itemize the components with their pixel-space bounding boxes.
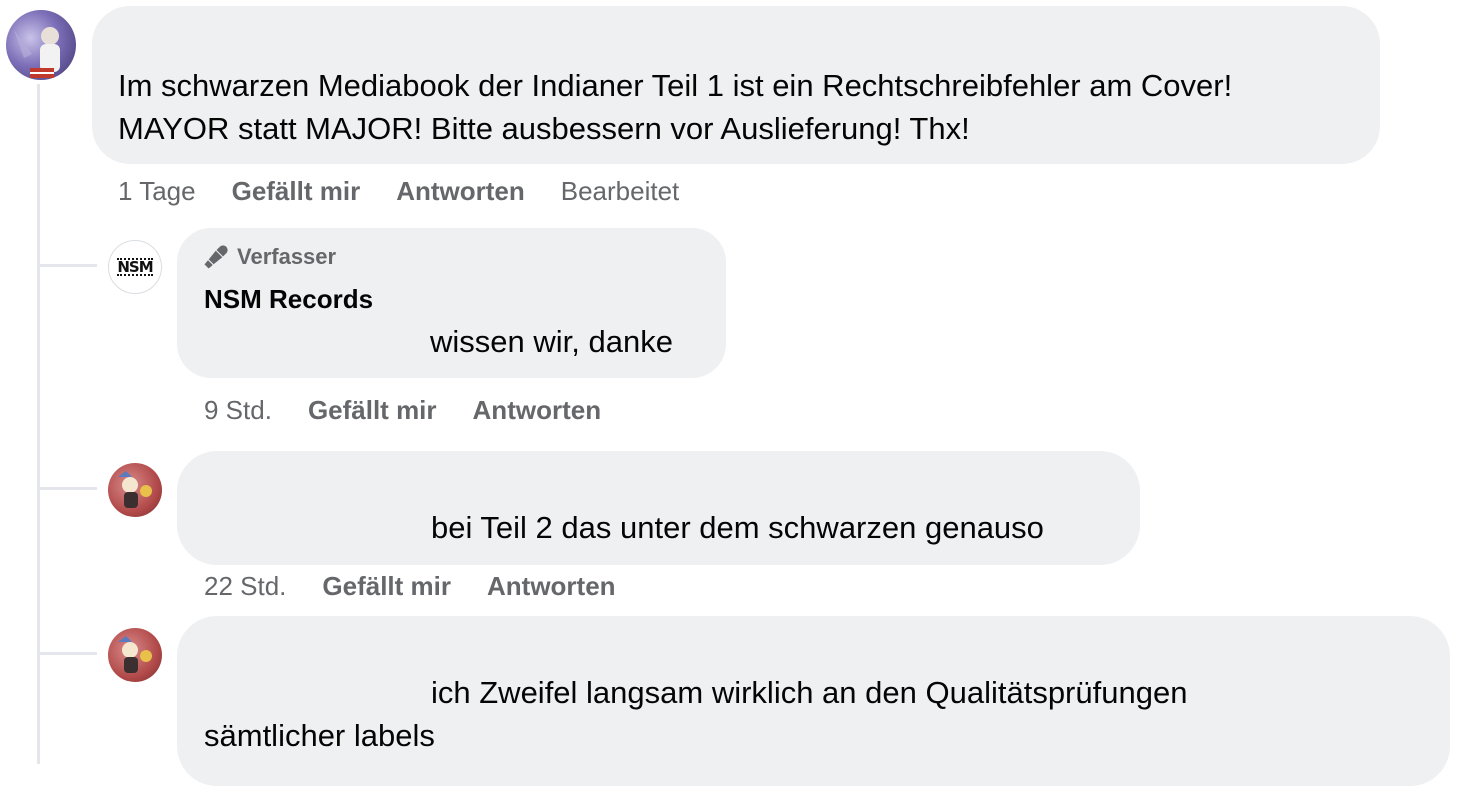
reply-actions-nsm: 9 Std. Gefällt mir Antworten (204, 394, 637, 426)
reply-text: bei Teil 2 das unter dem schwarzen genau… (204, 506, 1044, 549)
comment-timestamp[interactable]: 1 Tage (118, 176, 196, 206)
reply-timestamp[interactable]: 9 Std. (204, 395, 272, 425)
commenter-avatar-3[interactable] (108, 628, 162, 682)
avatar-figure-icon (14, 27, 60, 78)
commenter-avatar-2[interactable] (108, 463, 162, 517)
thread-connector-reply-3 (37, 652, 97, 655)
reply-text-content: bei Teil 2 das unter dem schwarzen genau… (431, 510, 1044, 545)
comment-bubble-main: Im schwarzen Mediabook der Indianer Teil… (92, 6, 1380, 164)
reply-button[interactable]: Antworten (487, 571, 616, 601)
author-badge-label: Verfasser (237, 244, 337, 269)
reply-text-content: wissen wir, danke (430, 324, 673, 359)
reply-text-line-1: ich Zweifel langsam wirklich an den Qual… (204, 671, 1187, 714)
commenter-avatar[interactable] (6, 10, 76, 80)
reply-timestamp[interactable]: 22 Std. (204, 571, 286, 601)
reply-bubble-nsm: Verfasser NSM Records wissen wir, danke (177, 228, 726, 378)
author-badge: Verfasser (203, 244, 336, 270)
like-button[interactable]: Gefällt mir (322, 571, 451, 601)
nsm-records-avatar[interactable]: NSM (108, 240, 162, 294)
thread-connector-reply-2 (37, 487, 97, 490)
thread-line-vertical (37, 84, 40, 764)
nsm-logo: NSM (117, 258, 154, 276)
reply-actions-2: 22 Std. Gefällt mir Antworten (204, 570, 652, 602)
avatar-character-icon (118, 636, 152, 673)
reply-text-content: ich Zweifel langsam wirklich an den Qual… (431, 675, 1188, 710)
like-button[interactable]: Gefällt mir (308, 395, 437, 425)
reply-text-line-2: sämtlicher labels (204, 718, 435, 753)
reply-button[interactable]: Antworten (396, 176, 525, 206)
reply-author-name[interactable]: NSM Records (204, 284, 373, 315)
reply-button[interactable]: Antworten (473, 395, 602, 425)
reply-bubble-3: ich Zweifel langsam wirklich an den Qual… (177, 616, 1450, 786)
like-button[interactable]: Gefällt mir (232, 176, 361, 206)
comment-text-line-1: Im schwarzen Mediabook der Indianer Teil… (118, 68, 1233, 103)
reply-bubble-2: bei Teil 2 das unter dem schwarzen genau… (177, 451, 1140, 565)
reply-text: wissen wir, danke (204, 320, 673, 363)
comment-actions-main: 1 Tage Gefällt mir Antworten Bearbeitet (118, 175, 715, 207)
microphone-icon (204, 245, 228, 269)
avatar-character-icon (118, 471, 152, 508)
thread-connector-reply-1 (37, 264, 97, 267)
comment-text-line-2: MAYOR statt MAJOR! Bitte ausbessern vor … (118, 111, 970, 146)
edited-label: Bearbeitet (560, 176, 680, 206)
